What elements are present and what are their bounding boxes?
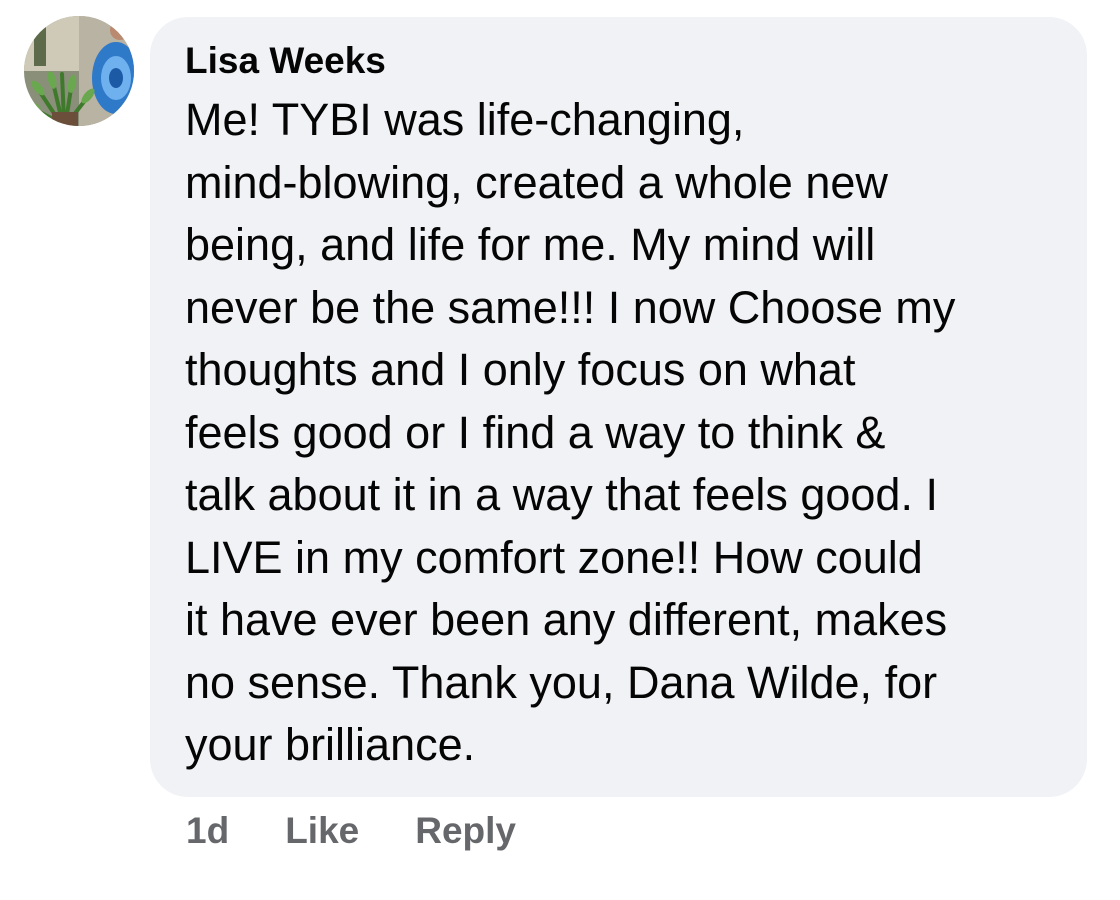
comment-line: feels good or I find a way to think & (185, 406, 886, 458)
comment-line: being, and life for me. My mind will (185, 219, 876, 270)
comment-line: your brilliance. (185, 719, 476, 770)
comment-line: thoughts and I only focus on what (185, 344, 856, 395)
comment-line: it have ever been any different, makes (185, 594, 948, 645)
comment-line: no sense. Thank you, Dana Wilde, for (185, 656, 938, 708)
comment-text: Me! TYBI was life-changing, mind-blowing… (185, 89, 1067, 777)
comment-line: never be the same!!! I now Choose my (185, 281, 956, 333)
comment-timestamp[interactable]: 1d (186, 810, 229, 852)
reply-button[interactable]: Reply (415, 810, 516, 852)
comment-line: talk about it in a way that feels good. … (185, 469, 938, 520)
comment-author[interactable]: Lisa Weeks (185, 37, 1067, 85)
comment-bubble: Lisa Weeks Me! TYBI was life-changing, m… (150, 17, 1087, 797)
comment-line: LIVE in my comfort zone!! How could (185, 531, 923, 583)
like-button[interactable]: Like (285, 810, 359, 852)
avatar-image (24, 16, 134, 126)
avatar[interactable] (24, 16, 134, 126)
comment-line: Me! TYBI was life-changing, (185, 94, 745, 145)
comment-actions: 1d Like Reply (186, 806, 516, 856)
comment-line: mind-blowing, created a whole new (185, 156, 888, 208)
